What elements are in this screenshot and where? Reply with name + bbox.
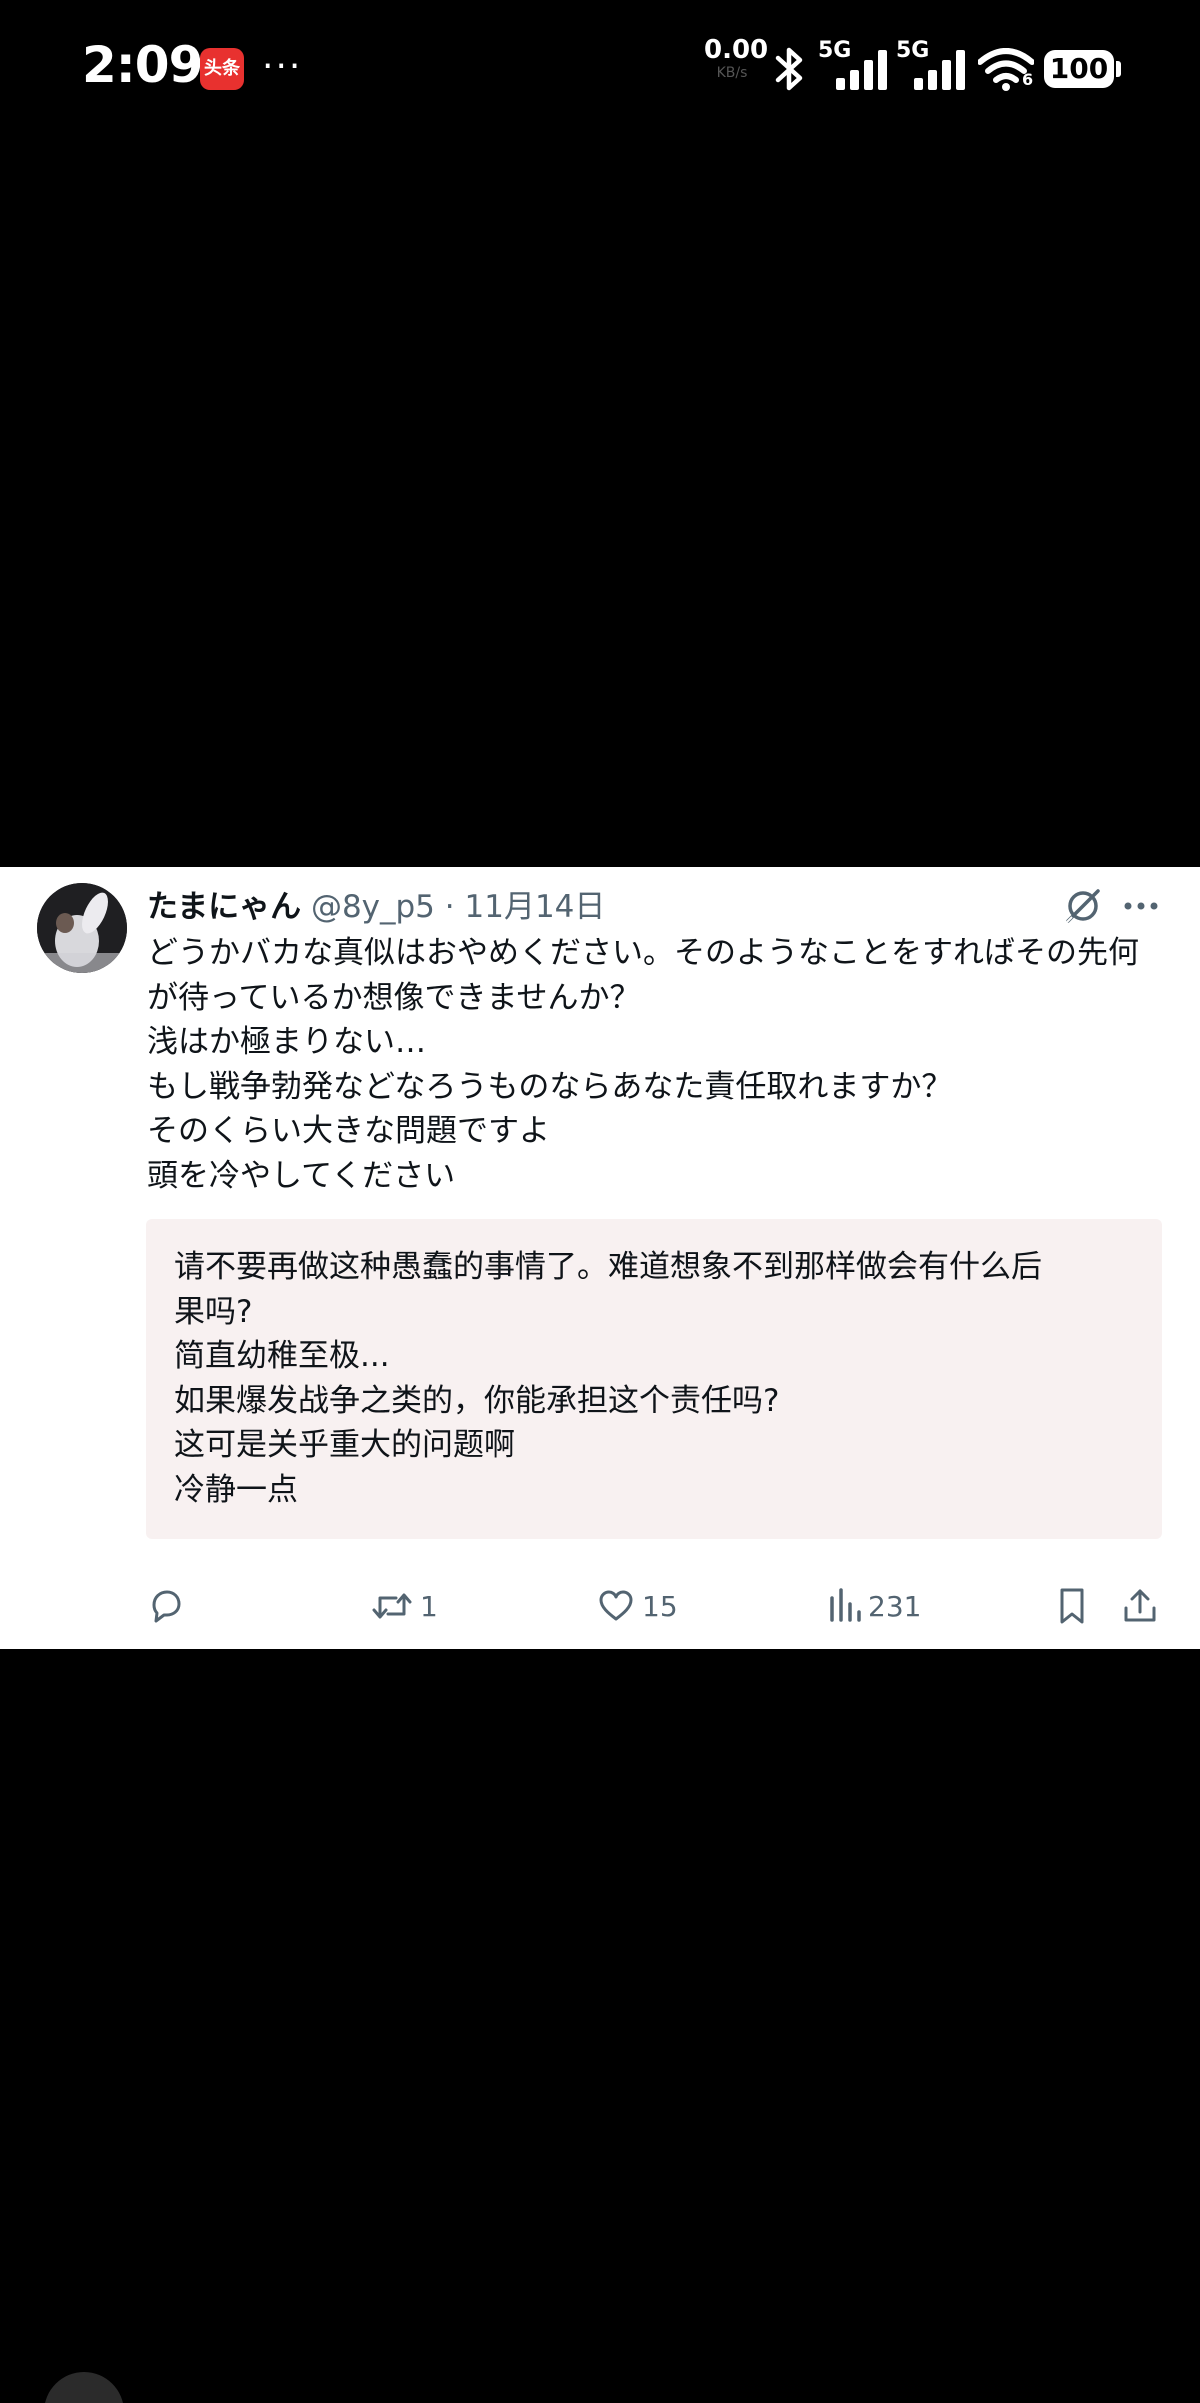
grok-icon[interactable] xyxy=(1062,885,1104,927)
translation-box: 请不要再做这种愚蠢的事情了。难道想象不到那样做会有什么后 果吗? 简直幼稚至极.… xyxy=(146,1219,1162,1539)
translation-line: 请不要再做这种愚蠢的事情了。难道想象不到那样做会有什么后 xyxy=(174,1249,1042,1285)
bookmark-icon xyxy=(1060,1588,1084,1624)
more-notifications-icon: ··· xyxy=(262,46,303,87)
net-speed: 0.00 KB/s xyxy=(704,35,769,82)
share-button[interactable] xyxy=(1120,1581,1160,1631)
net-speed-unit: KB/s xyxy=(716,65,748,81)
tweet-date[interactable]: 11月14日 xyxy=(465,889,606,925)
header-separator: · xyxy=(444,889,455,925)
tweet-text-line: もし戦争勃発などなろうものならあなた責任取れますか？ xyxy=(147,1068,953,1105)
translation-line: 如果爆发战争之类的，你能承担这个责任吗? xyxy=(174,1382,780,1419)
tweet-text: どうかバカな真似はおやめください。そのようなことをすればその先何 が待っているか… xyxy=(147,931,1157,1198)
views-chart-icon xyxy=(830,1588,861,1622)
signal-strength-icon xyxy=(836,50,887,90)
tweet-text-line: 浅はか極まりない… xyxy=(147,1024,426,1060)
tweet-text-line: が待っているか想像できませんか？ xyxy=(147,979,641,1016)
toutiao-app-icon: 头条 xyxy=(200,48,244,90)
floating-button[interactable] xyxy=(44,2372,124,2403)
reply-icon xyxy=(152,1590,181,1623)
translation-text: 请不要再做这种愚蠢的事情了。难道想象不到那样做会有什么后 果吗? 简直幼稚至极.… xyxy=(174,1245,1134,1512)
tweet-header: たまにゃん @8y_p5 · 11月14日 xyxy=(147,885,605,929)
tweet-text-line: 頭を冷やしてください xyxy=(147,1157,456,1194)
battery-level: 100 xyxy=(1044,50,1114,88)
author-handle[interactable]: @8y_p5 xyxy=(311,889,435,925)
like-count: 15 xyxy=(642,1589,678,1623)
views-button[interactable]: 231 xyxy=(826,1581,921,1631)
screen: 2:09 头条 ··· 0.00 KB/s 5G 5G 6 100 たまにゃん … xyxy=(0,0,1200,2403)
tweet-text-line: そのくらい大きな問題ですよ xyxy=(147,1113,550,1149)
retweet-button[interactable]: 1 xyxy=(370,1581,438,1631)
heart-icon xyxy=(599,1590,633,1621)
translation-line: 果吗? xyxy=(174,1293,253,1330)
avatar[interactable] xyxy=(37,883,127,973)
author-name[interactable]: たまにゃん xyxy=(147,889,301,925)
more-options-icon[interactable] xyxy=(1122,891,1162,921)
tweet-card[interactable]: たまにゃん @8y_p5 · 11月14日 どうかバカな真似はおやめください。そ… xyxy=(0,867,1200,1649)
avatar-image xyxy=(37,883,127,973)
translation-line: 这可是关乎重大的问题啊 xyxy=(174,1427,515,1463)
tweet-text-line: どうかバカな真似はおやめください。そのようなことをすればその先何 xyxy=(147,935,1139,971)
retweet-icon xyxy=(372,1593,412,1619)
like-button[interactable]: 15 xyxy=(596,1581,678,1631)
translation-line: 冷静一点 xyxy=(174,1471,298,1508)
tweet-action-bar: 1 15 231 xyxy=(0,1581,1200,1631)
translation-line: 简直幼稚至极... xyxy=(174,1338,390,1374)
bookmark-button[interactable] xyxy=(1054,1581,1090,1631)
wifi-standard-label: 6 xyxy=(1022,70,1034,89)
status-time: 2:09 xyxy=(82,36,203,94)
bluetooth-icon xyxy=(775,47,803,91)
status-bar: 2:09 头条 ··· 0.00 KB/s 5G 5G 6 100 xyxy=(0,0,1200,140)
battery-icon xyxy=(1116,61,1121,77)
view-count: 231 xyxy=(868,1589,922,1623)
share-icon xyxy=(1124,1589,1156,1622)
signal-strength-icon-2 xyxy=(914,50,965,90)
reply-button[interactable] xyxy=(146,1581,186,1631)
retweet-count: 1 xyxy=(420,1589,438,1623)
net-speed-value: 0.00 xyxy=(704,35,769,65)
